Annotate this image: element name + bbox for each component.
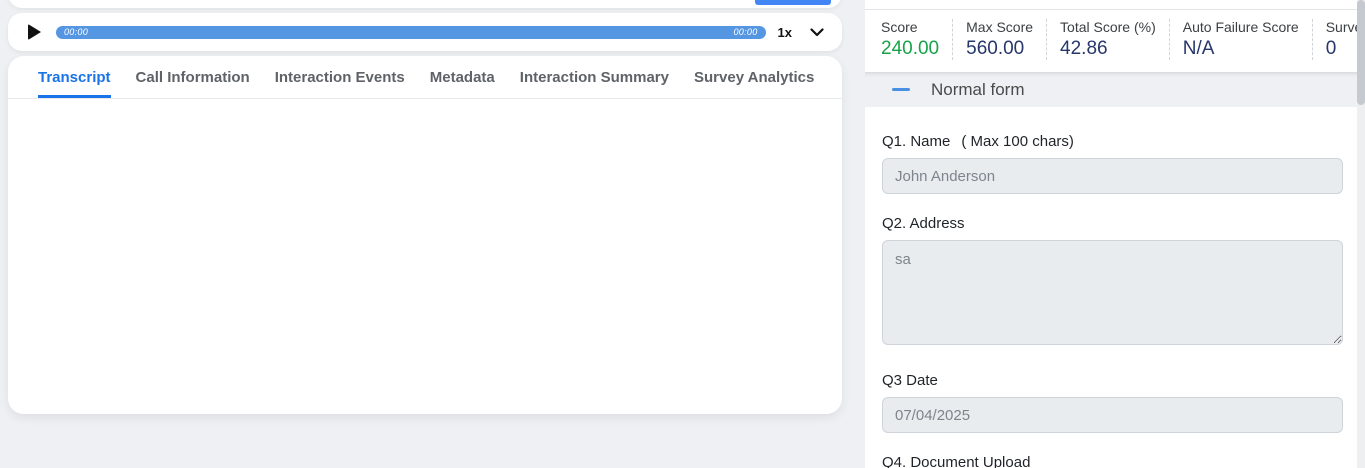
audio-player: 00:00 00:00 1x [8, 13, 842, 51]
score-item-max-score: Max Score 560.00 [952, 19, 1046, 60]
score-value: N/A [1183, 38, 1299, 60]
audio-progress-bar[interactable]: 00:00 00:00 [56, 26, 766, 39]
score-summary: Score 240.00 Max Score 560.00 Total Scor… [865, 9, 1357, 72]
score-value: 560.00 [966, 38, 1033, 60]
score-item-auto-failure-score: Auto Failure Score N/A [1169, 19, 1312, 60]
tab-interaction-summary[interactable]: Interaction Summary [520, 56, 669, 98]
name-field[interactable] [882, 158, 1343, 194]
play-button[interactable] [28, 24, 41, 40]
play-icon [28, 24, 41, 40]
scrollbar-thumb[interactable] [1357, 0, 1365, 105]
score-value: 42.86 [1060, 38, 1156, 60]
question-label: Q4. Document Upload [882, 454, 1030, 468]
partial-blue-button[interactable] [755, 0, 831, 5]
score-item-score: Score 240.00 [881, 19, 952, 60]
chevron-down-icon[interactable] [806, 28, 828, 37]
question-label: Q3 Date [882, 372, 938, 389]
current-time: 00:00 [64, 28, 88, 37]
address-field[interactable]: sa [882, 240, 1343, 345]
tab-transcript[interactable]: Transcript [38, 56, 111, 98]
score-label: Score [881, 19, 939, 35]
question-block-q4: Q4. Document Upload (Only format(s) allo… [882, 454, 1343, 468]
vertical-scrollbar[interactable] [1357, 0, 1365, 468]
survey-form: Q1. Name ( Max 100 chars) Q2. Address sa… [865, 107, 1357, 468]
tab-metadata[interactable]: Metadata [430, 56, 495, 98]
minus-icon[interactable] [892, 88, 910, 91]
question-hint: ( Max 100 chars) [961, 133, 1074, 150]
tab-call-information[interactable]: Call Information [136, 56, 250, 98]
question-block-q2: Q2. Address sa [882, 215, 1343, 350]
score-label: Max Score [966, 19, 1033, 35]
tab-interaction-events[interactable]: Interaction Events [275, 56, 405, 98]
top-card-fragment [8, 0, 842, 8]
score-label: Auto Failure Score [1183, 19, 1299, 35]
question-block-q3: Q3 Date [882, 372, 1343, 433]
tab-bar: Transcript Call Information Interaction … [8, 56, 842, 99]
date-field[interactable] [882, 397, 1343, 433]
evaluation-panel: Score 240.00 Max Score 560.00 Total Scor… [865, 0, 1357, 468]
transcript-content [8, 99, 842, 414]
score-label: Total Score (%) [1060, 19, 1156, 35]
form-section-header[interactable]: Normal form [865, 72, 1357, 107]
question-label: Q2. Address [882, 215, 965, 232]
question-label: Q1. Name [882, 133, 950, 150]
question-block-q1: Q1. Name ( Max 100 chars) [882, 133, 1343, 194]
score-value: 240.00 [881, 38, 939, 60]
form-section-title: Normal form [931, 80, 1025, 100]
tab-survey-analytics[interactable]: Survey Analytics [694, 56, 814, 98]
total-time: 00:00 [734, 28, 758, 37]
tab-panel-card: Transcript Call Information Interaction … [8, 56, 842, 414]
playback-speed[interactable]: 1x [778, 25, 792, 40]
score-item-total-score-pct: Total Score (%) 42.86 [1046, 19, 1169, 60]
